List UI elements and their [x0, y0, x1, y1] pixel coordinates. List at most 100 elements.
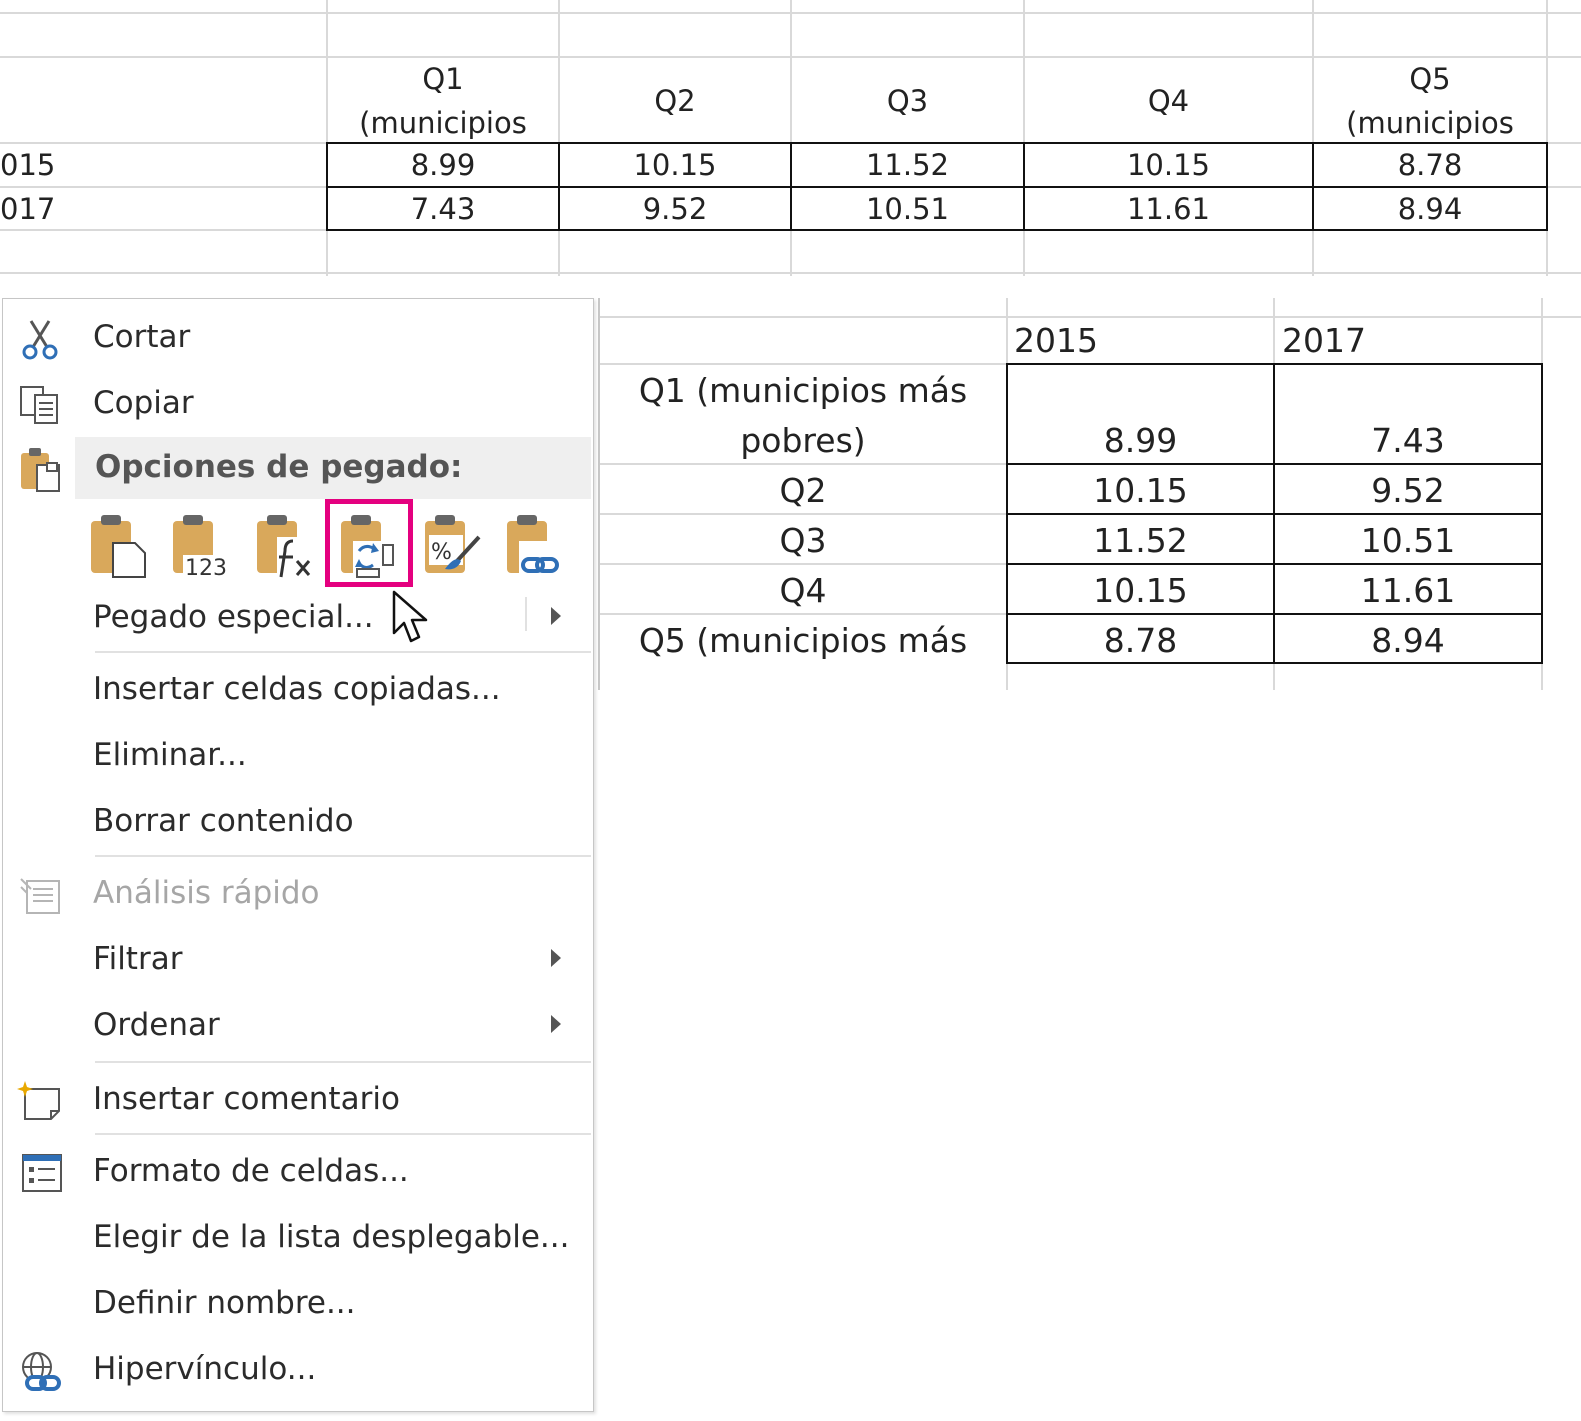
value-cell[interactable]: 8.99	[328, 148, 558, 182]
cell-border	[326, 229, 1548, 231]
paste-formulas-button[interactable]	[253, 511, 317, 581]
gridline	[598, 298, 600, 690]
submenu-divider	[525, 597, 527, 631]
value-cell[interactable]: 10.15	[1008, 572, 1273, 610]
paste-values-button[interactable]: 123	[169, 511, 233, 581]
quick-analysis-icon	[17, 873, 65, 917]
copy-icon	[17, 383, 65, 427]
menu-label: Eliminar...	[93, 737, 247, 773]
header-cell[interactable]: 2015	[1014, 322, 1098, 360]
value-cell[interactable]: 10.15	[560, 148, 790, 182]
value-cell[interactable]: 8.94	[1275, 622, 1541, 660]
gridline	[600, 363, 1006, 365]
chevron-right-icon	[551, 607, 561, 625]
menu-label: Formato de celdas...	[93, 1153, 409, 1189]
menu-label: Hipervínculo...	[93, 1351, 317, 1387]
value-cell[interactable]: 10.51	[792, 192, 1023, 226]
value-cell[interactable]: 8.78	[1314, 148, 1546, 182]
value-cell[interactable]: 9.52	[560, 192, 790, 226]
cell-border	[326, 186, 1548, 188]
gridline	[1546, 186, 1581, 188]
row-label[interactable]: Q3	[602, 522, 1004, 560]
gridline	[600, 513, 1006, 515]
value-cell[interactable]: 11.52	[1008, 522, 1273, 560]
value-cell[interactable]: 7.43	[1275, 422, 1541, 460]
value-cell[interactable]: 10.15	[1025, 148, 1312, 182]
menu-item-filter[interactable]: Filtrar	[3, 933, 593, 985]
menu-label: Ordenar	[93, 1007, 220, 1043]
menu-item-format-cells[interactable]: Formato de celdas...	[3, 1145, 593, 1197]
menu-label: Cortar	[93, 319, 191, 355]
row-label[interactable]: 015	[0, 148, 120, 182]
menu-item-delete[interactable]: Eliminar...	[3, 729, 593, 781]
menu-item-define-name[interactable]: Definir nombre...	[3, 1277, 593, 1329]
chevron-right-icon	[551, 1015, 561, 1033]
menu-separator	[95, 1133, 591, 1135]
menu-separator	[95, 855, 591, 857]
value-cell[interactable]: 10.15	[1008, 472, 1273, 510]
value-cell[interactable]: 8.78	[1008, 622, 1273, 660]
format-cells-icon	[17, 1151, 65, 1195]
paste-button[interactable]	[87, 511, 151, 581]
gridline	[600, 613, 1006, 615]
cell-border	[1006, 363, 1008, 664]
gridline	[0, 186, 326, 188]
row-label[interactable]: Q1 (municipios más	[602, 372, 1004, 410]
header-cell[interactable]: (municipios	[328, 106, 558, 140]
menu-item-insert-copied-cells[interactable]: Insertar celdas copiadas...	[3, 663, 593, 715]
menu-label: Copiar	[93, 385, 194, 421]
menu-item-sort[interactable]: Ordenar	[3, 999, 593, 1051]
menu-item-copy[interactable]: Copiar	[3, 377, 593, 429]
row-label[interactable]: 017	[0, 192, 120, 226]
value-cell[interactable]: 11.61	[1275, 572, 1541, 610]
gridline	[600, 563, 1006, 565]
row-label[interactable]: Q5 (municipios más	[602, 622, 1004, 660]
header-cell[interactable]: (municipios	[1314, 106, 1546, 140]
paste-formatting-button[interactable]: %	[421, 511, 485, 581]
chevron-right-icon	[551, 949, 561, 967]
cell-border	[326, 142, 1548, 144]
gridline	[0, 229, 326, 231]
paste-link-button[interactable]	[503, 511, 567, 581]
header-cell[interactable]: Q1	[328, 62, 558, 96]
gridline	[600, 316, 1581, 318]
header-cell[interactable]: Q2	[560, 84, 790, 118]
menu-item-insert-comment[interactable]: Insertar comentario	[3, 1073, 593, 1125]
paste-options-icon	[17, 445, 65, 495]
value-cell[interactable]: 7.43	[328, 192, 558, 226]
row-label[interactable]: Q2	[602, 472, 1004, 510]
context-menu: Cortar Copiar Opciones de pegado: 123 % …	[2, 298, 594, 1412]
header-cell[interactable]: Q3	[792, 84, 1023, 118]
menu-label: Insertar comentario	[93, 1081, 400, 1117]
menu-separator	[95, 1061, 591, 1063]
gridline	[790, 0, 792, 276]
value-cell[interactable]: 8.94	[1314, 192, 1546, 226]
gridline	[600, 463, 1006, 465]
row-label[interactable]: Q4	[602, 572, 1004, 610]
gridline	[1546, 0, 1548, 276]
gridline	[558, 0, 560, 276]
scissors-icon	[17, 317, 65, 361]
menu-label: Elegir de la lista desplegable...	[93, 1219, 570, 1255]
value-cell[interactable]: 11.52	[792, 148, 1023, 182]
menu-item-paste-special[interactable]: Pegado especial...	[3, 591, 593, 643]
value-cell[interactable]: 10.51	[1275, 522, 1541, 560]
paste-transpose-button[interactable]	[337, 511, 401, 581]
row-label[interactable]: pobres)	[602, 422, 1004, 460]
menu-label: Análisis rápido	[93, 875, 320, 911]
value-cell[interactable]: 11.61	[1025, 192, 1312, 226]
menu-label: Definir nombre...	[93, 1285, 356, 1321]
menu-item-cut[interactable]: Cortar	[3, 311, 593, 363]
menu-item-hyperlink[interactable]: Hipervínculo...	[3, 1343, 593, 1395]
menu-item-pick-from-list[interactable]: Elegir de la lista desplegable...	[3, 1211, 593, 1263]
menu-item-clear-contents[interactable]: Borrar contenido	[3, 795, 593, 847]
header-cell[interactable]: Q5	[1314, 62, 1546, 96]
menu-label: Filtrar	[93, 941, 183, 977]
value-cell[interactable]: 9.52	[1275, 472, 1541, 510]
header-cell[interactable]: Q4	[1025, 84, 1312, 118]
header-cell[interactable]: 2017	[1282, 322, 1366, 360]
menu-separator	[95, 651, 591, 653]
paste-options-label: Opciones de pegado:	[95, 449, 463, 485]
value-cell[interactable]: 8.99	[1008, 422, 1273, 460]
svg-text:%: %	[431, 540, 452, 565]
